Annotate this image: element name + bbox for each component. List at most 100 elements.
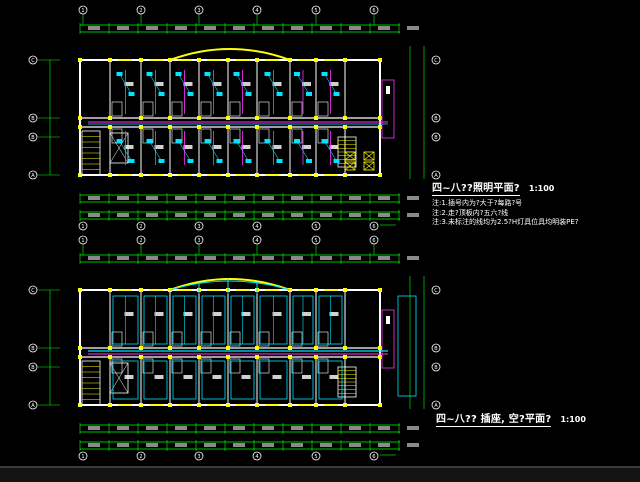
room-label [124, 375, 134, 379]
plan-title-lighting: 四~八??照明平面? [432, 179, 520, 196]
dimension-text [320, 196, 332, 200]
structural-column [78, 116, 82, 120]
dimension-text [320, 443, 332, 447]
room-label [212, 312, 222, 316]
structural-column [78, 58, 82, 62]
room-label [183, 375, 193, 379]
structural-column [288, 125, 292, 129]
structural-column [108, 58, 112, 62]
structural-column [139, 288, 143, 292]
dimension-text [291, 256, 303, 260]
structural-column [168, 125, 172, 129]
grid-label: 1 [81, 224, 84, 230]
dimension-text [117, 26, 129, 30]
structural-column [139, 346, 143, 350]
dimension-text [378, 426, 390, 430]
dimension-text [407, 426, 419, 430]
structural-column [78, 355, 82, 359]
plan-scale-socket: 1:100 [560, 415, 586, 424]
dimension-text [175, 26, 187, 30]
structural-column [197, 125, 201, 129]
grid-label: B [434, 365, 438, 371]
structural-column [168, 355, 172, 359]
dimension-text [378, 443, 390, 447]
plan-title-socket: 四~八?? 插座, 空?平面? [436, 410, 552, 427]
structural-column [139, 403, 143, 407]
dimension-text [88, 196, 100, 200]
structural-column [343, 355, 347, 359]
distribution-panel [386, 316, 390, 324]
grid-label: 2 [139, 224, 142, 230]
dimension-text [117, 426, 129, 430]
dimension-text [233, 256, 245, 260]
structural-column [197, 58, 201, 62]
plan-title-block-lighting: 四~八??照明平面? 1:100 注:1.插号内为?大于?每路?号 注:2.走?… [432, 176, 579, 228]
dimension-text [175, 213, 187, 217]
grid-label: 3 [197, 224, 200, 230]
grid-label: 2 [139, 238, 142, 244]
bathroom [142, 101, 154, 117]
socket-loop [230, 360, 255, 400]
structural-column [314, 355, 318, 359]
dimension-text [117, 256, 129, 260]
structural-column [226, 58, 230, 62]
bathroom [229, 101, 241, 117]
structural-column [343, 125, 347, 129]
grid-label: 3 [197, 238, 200, 244]
structural-column [343, 116, 347, 120]
structural-column [288, 116, 292, 120]
structural-column [288, 58, 292, 62]
structural-column [226, 403, 230, 407]
grid-label: A [31, 173, 35, 179]
grid-label: 3 [197, 454, 200, 460]
lighting-floor-plan: 112233445566C CB BB BA A [28, 5, 441, 231]
room-label [154, 312, 164, 316]
grid-label: 5 [314, 224, 317, 230]
dimension-text [320, 256, 332, 260]
socket-aircon-floor-plan: 112233445566C CB BB BA A [28, 235, 441, 461]
dimension-text [291, 443, 303, 447]
room-label [241, 312, 251, 316]
dimension-text [88, 443, 100, 447]
grid-label: C [31, 288, 35, 294]
structural-column [78, 346, 82, 350]
dimension-text [146, 196, 158, 200]
structural-column [314, 403, 318, 407]
grid-label: 4 [255, 454, 258, 460]
socket-loop [172, 360, 197, 400]
dimension-text [262, 256, 274, 260]
structural-column [378, 173, 382, 177]
room-label [302, 375, 311, 379]
structural-column [314, 288, 318, 292]
dimension-text [204, 426, 216, 430]
structural-column [168, 58, 172, 62]
grid-label: 1 [81, 8, 84, 14]
plan-title-block-socket: 四~八?? 插座, 空?平面? 1:100 [436, 407, 586, 427]
dimension-text [407, 443, 419, 447]
dimension-text [320, 26, 332, 30]
dimension-text [262, 426, 274, 430]
structural-column [255, 346, 259, 350]
dimension-text [204, 196, 216, 200]
structural-column [255, 58, 259, 62]
structural-column [226, 346, 230, 350]
dimension-text [88, 26, 100, 30]
grid-label: 2 [139, 8, 142, 14]
dimension-text [233, 213, 245, 217]
socket-loop [143, 360, 168, 400]
room-label [329, 375, 339, 379]
aircon-riser [397, 295, 417, 397]
grid-label: 6 [372, 238, 375, 244]
structural-column [314, 173, 318, 177]
structural-column [139, 58, 143, 62]
structural-column [314, 116, 318, 120]
dimension-text [378, 213, 390, 217]
dimension-text [407, 256, 419, 260]
dimension-text [233, 26, 245, 30]
dimension-text [291, 426, 303, 430]
dimension-text [349, 256, 361, 260]
dimension-text [378, 26, 390, 30]
structural-column [139, 125, 143, 129]
structural-column [255, 355, 259, 359]
grid-label: 1 [81, 238, 84, 244]
